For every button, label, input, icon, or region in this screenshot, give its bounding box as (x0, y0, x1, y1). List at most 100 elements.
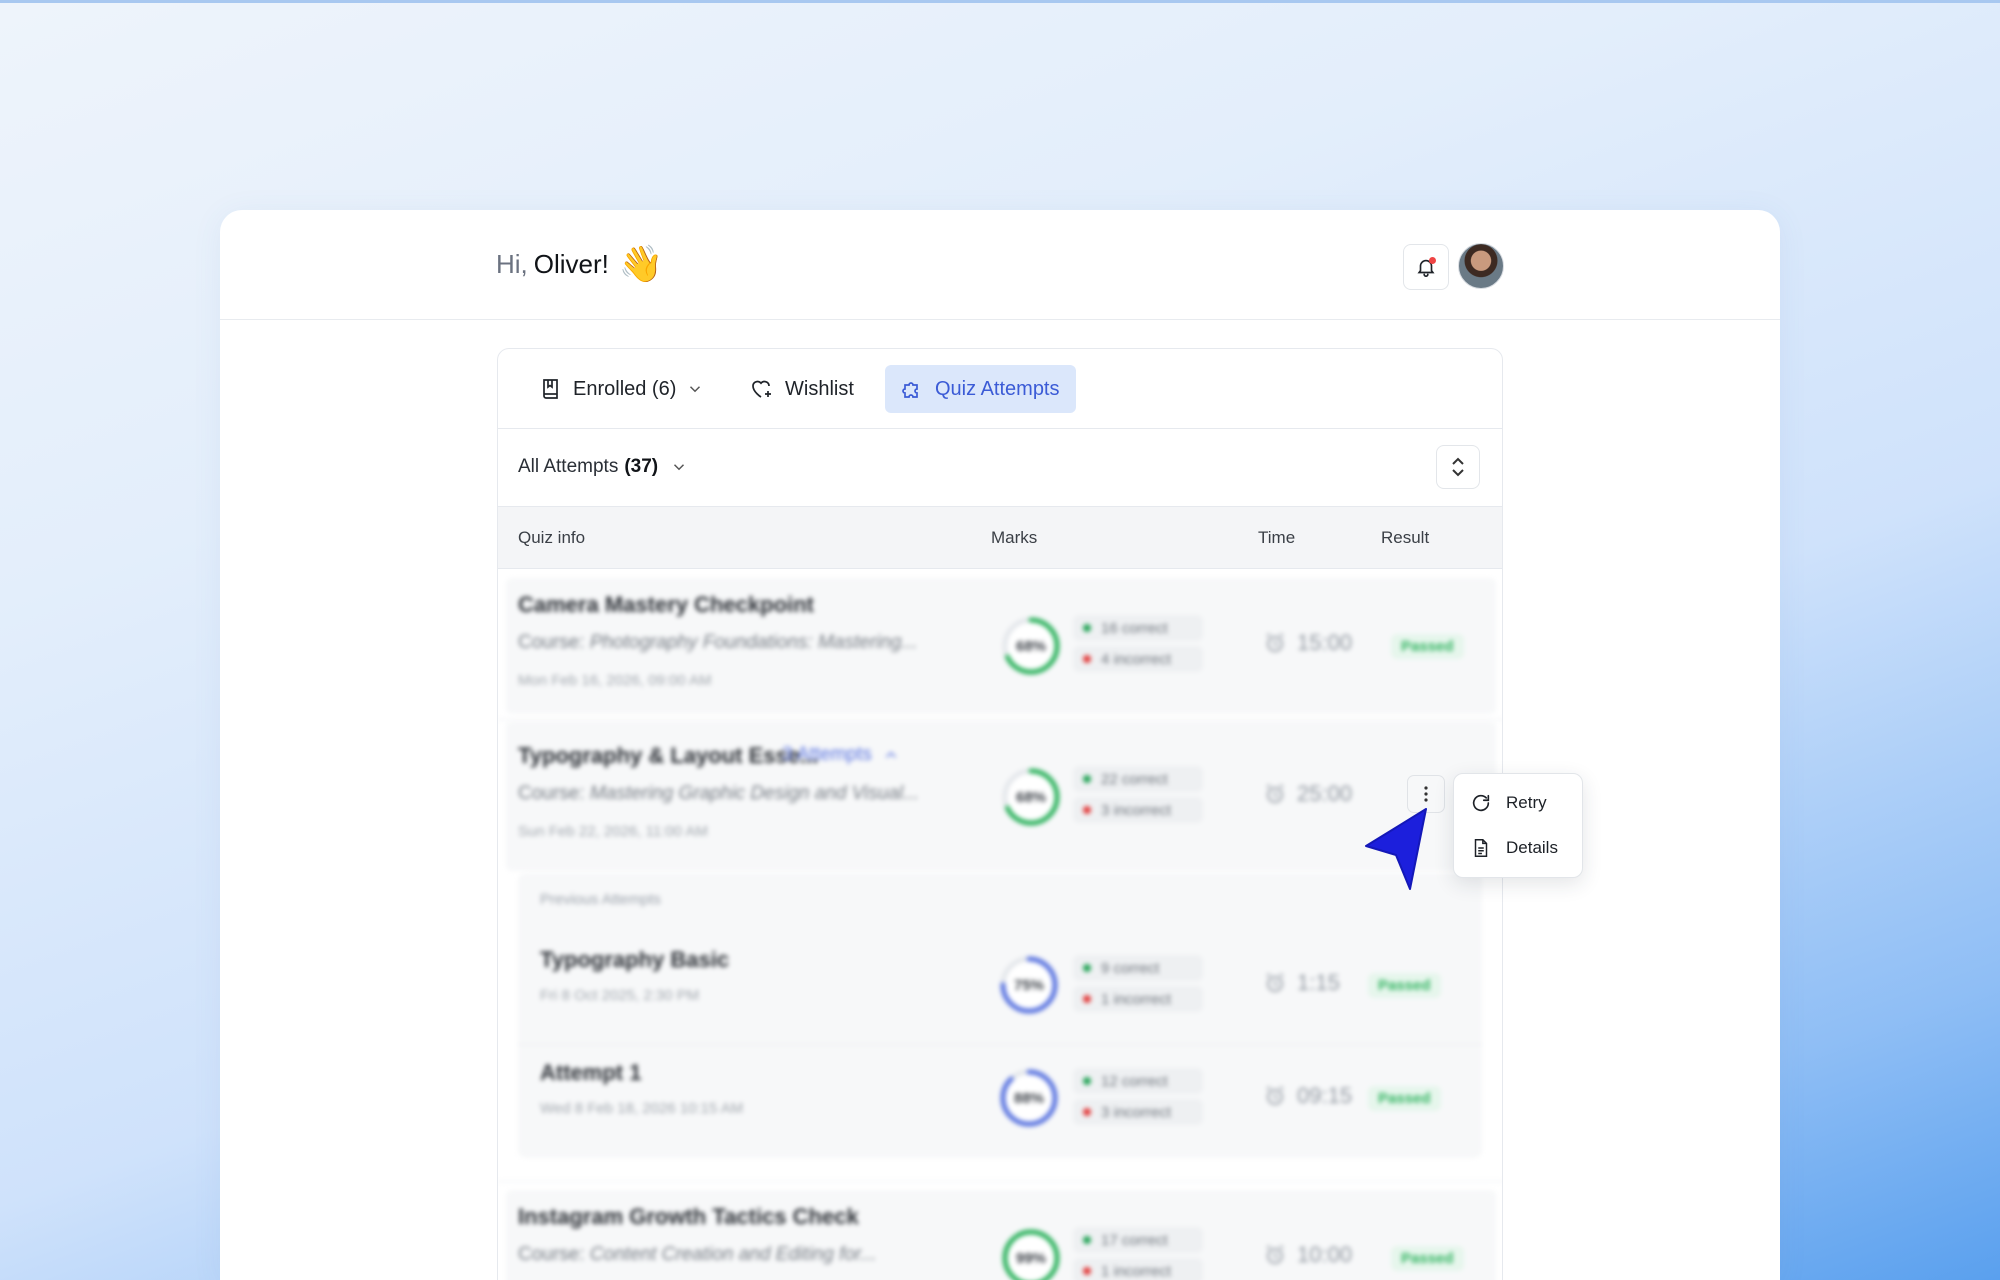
time-value: 25:00 (1297, 781, 1353, 806)
user-avatar[interactable] (1458, 243, 1504, 289)
result-badge: Passed (1391, 1246, 1464, 1271)
menu-item-retry[interactable]: Retry (1470, 788, 1547, 818)
filter-row: All Attempts (37) (498, 429, 1502, 507)
sort-button[interactable] (1436, 445, 1480, 489)
incorrect-count: 3 incorrect (1101, 1103, 1172, 1121)
result-badge: Passed (1391, 634, 1464, 659)
score-ring: 68% (1001, 767, 1061, 827)
tab-wishlist[interactable]: Wishlist (733, 365, 870, 413)
incorrect-count: 3 incorrect (1101, 801, 1172, 819)
incorrect-count: 1 incorrect (1101, 1262, 1172, 1280)
score-label: 68% (1015, 637, 1047, 655)
incorrect-pill: 4 incorrect (1073, 646, 1203, 672)
header-quiz-info: Quiz info (518, 528, 586, 547)
quiz-time: 25:00 (1263, 781, 1352, 807)
book-icon (543, 379, 558, 399)
course-prefix: Course: (518, 632, 585, 653)
result-badge: Passed (1368, 973, 1441, 998)
greeting-hi: Hi, (496, 248, 528, 279)
quiz-panel: Enrolled (6) Wishlist Quiz Attempts All … (497, 348, 1503, 1280)
attempt-row[interactable]: Attempt 1 Wed 8 Feb 18, 2026 10:15 AM 88… (518, 1046, 1482, 1158)
attempt-time: 09:15 (1263, 1083, 1352, 1109)
score-ring: 75% (999, 955, 1059, 1015)
mouse-pointer-icon (1365, 808, 1427, 890)
table-row[interactable]: Camera Mastery Checkpoint Course: Photog… (498, 570, 1502, 720)
time-value: 15:00 (1297, 630, 1353, 655)
menu-item-retry-label: Retry (1506, 793, 1547, 812)
tab-enrolled[interactable]: Enrolled (6) (523, 365, 730, 413)
table-header: Quiz info Marks Time Result (498, 507, 1502, 569)
attempt-title: Typography Basic (540, 947, 730, 972)
sort-icon (1452, 457, 1464, 477)
tab-quiz-attempts[interactable]: Quiz Attempts (885, 365, 1076, 413)
tab-bar: Enrolled (6) Wishlist Quiz Attempts (498, 349, 1502, 429)
score-label: 88% (1013, 1089, 1045, 1107)
more-vertical-icon (1424, 786, 1428, 802)
filter-count: (37) (624, 456, 659, 477)
incorrect-pill: 1 incorrect (1073, 986, 1203, 1012)
correct-pill: 16 correct (1073, 615, 1203, 641)
course-prefix: Course: (518, 783, 585, 804)
score-ring: 88% (999, 1068, 1059, 1128)
chevron-down-icon (690, 386, 701, 393)
alarm-clock-icon (1266, 784, 1284, 803)
quiz-title: Camera Mastery Checkpoint (518, 592, 814, 617)
attempts-filter-dropdown[interactable]: All Attempts (37) (518, 456, 688, 478)
wave-emoji: 👋 (618, 243, 664, 284)
quiz-course: Course: Photography Foundations: Masteri… (518, 632, 917, 654)
score-ring: 68% (1001, 616, 1061, 676)
tab-enrolled-label: Enrolled (6) (573, 377, 677, 400)
incorrect-pill: 3 incorrect (1073, 1099, 1203, 1125)
score-label: 75% (1013, 976, 1045, 994)
quiz-date: Sun Feb 22, 2026, 11:00 AM (518, 823, 708, 840)
chevron-up-icon (885, 751, 896, 758)
attempt-time: 1:15 (1263, 970, 1340, 996)
table-row[interactable]: Instagram Growth Tactics Check Course: C… (498, 1181, 1502, 1280)
table-row-expanded[interactable]: Typography & Layout Esse... 3 Attempts C… (498, 721, 1502, 873)
marks-breakdown: 9 correct 1 incorrect (1073, 955, 1203, 1017)
score-label: 68% (1015, 788, 1047, 806)
quiz-time: 10:00 (1263, 1242, 1352, 1268)
correct-count: 17 correct (1101, 1231, 1168, 1249)
course-prefix: Course: (518, 1244, 585, 1265)
header: Hi, Oliver! 👋 (220, 210, 1780, 320)
attempt-date: Fri 8 Oct 2025, 2:30 PM (540, 987, 700, 1004)
quiz-course: Course: Mastering Graphic Design and Vis… (518, 783, 919, 805)
header-marks: Marks (991, 528, 1038, 547)
correct-count: 22 correct (1101, 770, 1168, 788)
attempts-toggle[interactable]: 3 Attempts (782, 744, 900, 766)
notification-button[interactable] (1403, 244, 1449, 290)
time-value: 10:00 (1297, 1242, 1353, 1267)
score-label: 99% (1015, 1249, 1047, 1267)
alarm-clock-icon (1266, 1086, 1284, 1105)
incorrect-count: 4 incorrect (1101, 650, 1172, 668)
document-icon (1474, 839, 1488, 857)
score-ring: 99% (1001, 1228, 1061, 1280)
attempt-row[interactable]: Typography Basic Fri 8 Oct 2025, 2:30 PM… (518, 933, 1482, 1045)
marks-breakdown: 12 correct 3 incorrect (1073, 1068, 1203, 1130)
attempts-count: 3 Attempts (782, 744, 872, 765)
notification-dot (1429, 257, 1436, 264)
menu-item-details[interactable]: Details (1470, 833, 1558, 863)
correct-count: 9 correct (1101, 959, 1160, 977)
result-badge: Passed (1368, 1086, 1441, 1111)
refresh-icon (1472, 794, 1490, 812)
quiz-time: 15:00 (1263, 630, 1352, 656)
menu-item-details-label: Details (1506, 838, 1558, 857)
previous-attempts: Previous Attempts Typography Basic Fri 8… (518, 873, 1482, 1158)
top-accent-line (0, 0, 2000, 3)
alarm-clock-icon (1266, 1245, 1284, 1264)
course-name: Photography Foundations: Mastering... (589, 632, 918, 653)
correct-pill: 22 correct (1073, 766, 1203, 792)
heart-plus-icon (752, 380, 771, 398)
time-value: 09:15 (1297, 1083, 1353, 1108)
correct-pill: 12 correct (1073, 1068, 1203, 1094)
course-name: Mastering Graphic Design and Visual... (589, 783, 919, 804)
correct-pill: 17 correct (1073, 1227, 1203, 1253)
marks-breakdown: 22 correct 3 incorrect (1073, 766, 1203, 828)
attempt-title: Attempt 1 (540, 1060, 642, 1085)
alarm-clock-icon (1266, 973, 1284, 992)
incorrect-pill: 3 incorrect (1073, 797, 1203, 823)
chevron-down-icon (674, 464, 685, 471)
dashboard-card: Hi, Oliver! 👋 Enrolled (6) Wishlist Quiz… (220, 210, 1780, 1280)
